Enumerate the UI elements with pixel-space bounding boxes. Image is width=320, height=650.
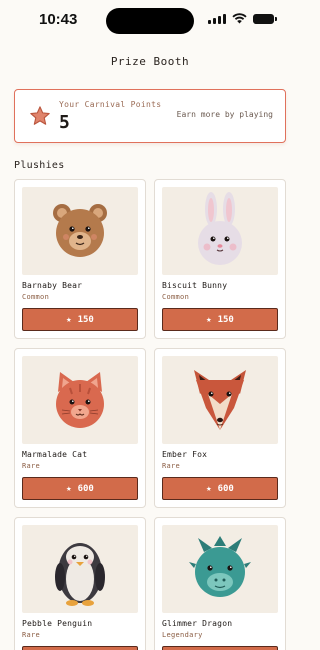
- plushie-rarity: Common: [22, 293, 50, 301]
- battery-icon: [253, 13, 277, 24]
- earn-more-link[interactable]: Earn more by playing: [177, 110, 273, 119]
- plushie-art: [162, 356, 278, 444]
- price-label: 150: [77, 314, 94, 325]
- price-label: 600: [217, 483, 234, 494]
- buy-button[interactable]: ★ 600: [162, 477, 278, 500]
- plushie-art: [22, 525, 138, 613]
- page-title: Prize Booth: [110, 55, 190, 68]
- star-icon: ★: [206, 483, 212, 494]
- star-icon: ★: [66, 483, 72, 494]
- plushie-art: [22, 187, 138, 275]
- plushie-card[interactable]: Ember Fox Rare ★ 600: [154, 348, 286, 508]
- plushie-name: Glimmer Dragon: [162, 619, 233, 628]
- status-icons: [208, 13, 277, 24]
- section-title: Plushies: [14, 160, 65, 171]
- status-bar: 10:43: [0, 0, 300, 40]
- plushie-card[interactable]: Pebble Penguin Rare ★: [14, 517, 146, 650]
- dynamic-island: [106, 8, 194, 34]
- points-label: Your Carnival Points: [59, 100, 162, 109]
- plushie-card[interactable]: Barnaby Bear Common ★ 150: [14, 179, 146, 339]
- plushie-rarity: Rare: [22, 631, 41, 639]
- star-icon: [30, 106, 50, 125]
- buy-button[interactable]: ★ 150: [22, 308, 138, 331]
- bear-icon: [53, 204, 107, 257]
- price-label: 150: [217, 314, 234, 325]
- plushie-rarity: Legendary: [162, 631, 203, 639]
- plushie-name: Ember Fox: [162, 450, 208, 459]
- plushie-art: [22, 356, 138, 444]
- plushie-name: Pebble Penguin: [22, 619, 93, 628]
- star-icon: ★: [206, 314, 212, 325]
- dragon-icon: [189, 536, 251, 597]
- status-time: 10:43: [39, 11, 78, 28]
- signal-icon: [208, 13, 226, 24]
- plushie-art: [162, 525, 278, 613]
- price-label: 600: [77, 483, 94, 494]
- fox-icon: [194, 370, 246, 430]
- plushie-card[interactable]: Marmalade Cat Rare ★ 600: [14, 348, 146, 508]
- plushie-art: [162, 187, 278, 275]
- cat-icon: [56, 372, 104, 428]
- points-card: Your Carnival Points 5 Earn more by play…: [14, 89, 286, 143]
- wifi-icon: [232, 13, 247, 24]
- plushie-rarity: Rare: [162, 462, 181, 470]
- plushie-name: Barnaby Bear: [22, 281, 83, 290]
- buy-button[interactable]: ★ 600: [22, 477, 138, 500]
- buy-button[interactable]: ★: [22, 646, 138, 650]
- plushie-card[interactable]: Glimmer Dragon Legendary ★: [154, 517, 286, 650]
- plushie-rarity: Common: [162, 293, 190, 301]
- buy-button[interactable]: ★: [162, 646, 278, 650]
- star-icon: ★: [66, 314, 72, 325]
- bunny-icon: [198, 192, 242, 265]
- plushie-rarity: Rare: [22, 462, 41, 470]
- plushie-card[interactable]: Biscuit Bunny Common ★ 150: [154, 179, 286, 339]
- plushie-name: Marmalade Cat: [22, 450, 88, 459]
- points-value: 5: [59, 112, 70, 133]
- penguin-icon: [55, 543, 105, 606]
- plushie-name: Biscuit Bunny: [162, 281, 228, 290]
- buy-button[interactable]: ★ 150: [162, 308, 278, 331]
